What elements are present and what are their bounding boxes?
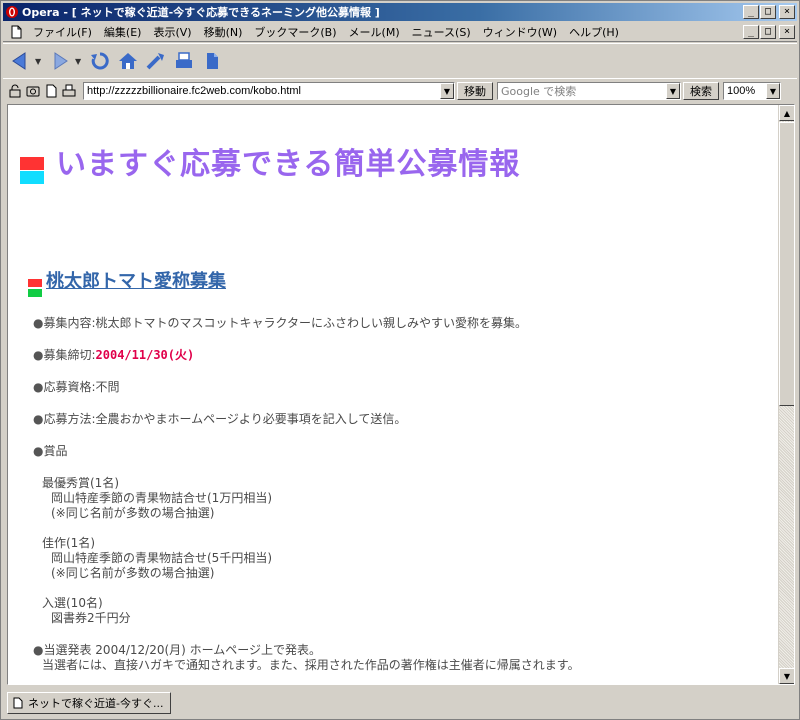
address-input[interactable]: http://zzzzzbillionaire.fc2web.com/kobo.… [83,82,455,100]
announce-note: 当選者には、直接ハガキで通知されます。また、採用された作品の著作権は主催者に帰属… [42,658,580,672]
zoom-dropdown-icon[interactable]: ▼ [766,83,780,99]
mdi-restore-button[interactable]: □ [760,24,776,39]
content-viewport: いますぐ応募できる簡単公募情報 桃太郎トマト愛称募集 ●募集内容:桃太郎トマトの… [7,104,795,685]
search-button[interactable]: 検索 [683,82,719,100]
contest-title-link[interactable]: 桃太郎トマト愛称募集 [46,267,226,293]
menu-file[interactable]: ファイル(F) [27,24,98,40]
prize-heading: ●賞品 [33,442,68,459]
subtitle-decoration-red [28,279,42,287]
eligibility-label: 応募資格: [43,380,96,394]
bullet: ● [33,380,44,394]
prize-item: 図書券2千円分 [51,611,131,625]
window-title: Opera - [ ネットで稼ぐ近道-今すぐ応募できるネーミング他公募情報 ] [22,6,380,19]
eligibility-value: 不問 [95,380,120,394]
prize-note: (※同じ名前が多数の場合抽選) [51,566,215,580]
scroll-down-icon[interactable]: ▼ [779,668,794,684]
print-icon[interactable] [171,48,197,74]
lock-icon[interactable] [7,83,23,99]
close-button[interactable]: × [779,5,795,19]
zoom-select[interactable]: 100% ▼ [723,82,781,100]
menu-help[interactable]: ヘルプ(H) [563,24,625,40]
subtitle-decoration-green [28,289,42,297]
document-icon [11,25,22,38]
tab-document-icon [13,697,23,709]
title-bar[interactable]: Opera - [ ネットで稼ぐ近道-今すぐ応募できるネーミング他公募情報 ] … [3,3,797,21]
home-icon[interactable] [115,48,141,74]
menu-bar: ファイル(F) 編集(E) 表示(V) 移動(N) ブックマーク(B) メール(… [3,22,797,42]
back-history-dropdown-icon[interactable]: ▼ [35,57,45,66]
forward-history-dropdown-icon[interactable]: ▼ [75,57,85,66]
printer-small-icon[interactable] [61,83,77,99]
content-line: ●募集内容:桃太郎トマトのマスコットキャラクターにふさわしい親しみやすい愛称を募… [33,314,527,331]
content-value: 桃太郎トマトのマスコットキャラクターにふさわしい親しみやすい愛称を募集。 [95,316,528,330]
page-tab[interactable]: ネットで稼ぐ近道-今すぐ... [7,692,171,714]
announce-text: 当選発表 2004/12/20(月) ホームページ上で発表。 [43,643,322,657]
maximize-button[interactable]: □ [760,5,776,19]
mdi-minimize-button[interactable]: _ [743,24,759,39]
bullet: ● [33,444,44,458]
deadline-value: 2004/11/30(火) [95,348,195,362]
menu-bookmarks[interactable]: ブックマーク(B) [248,24,342,40]
go-button[interactable]: 移動 [457,82,493,100]
method-value: 全農おかやまホームページより必要事項を記入して送信。 [95,412,407,426]
browser-window: Opera - [ ネットで稼ぐ近道-今すぐ応募できるネーミング他公募情報 ] … [0,0,800,720]
search-placeholder-text: Google で検索 [501,85,577,98]
address-url-text: http://zzzzzbillionaire.fc2web.com/kobo.… [87,85,301,97]
bullet: ● [33,348,44,362]
page-title: いますぐ応募できる簡単公募情報 [56,147,521,182]
scrollbar-thumb[interactable] [779,122,794,406]
page-tab-label: ネットで稼ぐ近道-今すぐ... [28,697,164,710]
page-info-icon[interactable] [43,83,59,99]
deadline-label: 募集締切: [43,348,96,362]
vertical-scrollbar[interactable]: ▲ ▼ [778,105,794,684]
back-icon[interactable] [7,48,33,74]
menu-news[interactable]: ニュース(S) [406,24,477,40]
prize-note: (※同じ名前が多数の場合抽選) [51,506,215,520]
navigation-toolbar: ▼ ▼ [3,43,797,79]
menu-view[interactable]: 表示(V) [147,24,197,40]
search-engine-dropdown-icon[interactable]: ▼ [666,83,680,99]
title-decoration-cyan [20,171,44,184]
bullet: ● [33,643,44,657]
wand-icon[interactable] [143,48,169,74]
menu-navigate[interactable]: 移動(N) [198,24,249,40]
minimize-button[interactable]: _ [743,5,759,19]
bullet: ● [33,412,44,426]
eligibility-line: ●応募資格:不問 [33,378,120,395]
content-label: 募集内容: [43,316,96,330]
search-input[interactable]: Google で検索 ▼ [497,82,681,100]
address-toolbar: http://zzzzzbillionaire.fc2web.com/kobo.… [3,80,797,102]
scroll-up-icon[interactable]: ▲ [779,105,794,121]
menu-window[interactable]: ウィンドウ(W) [477,24,563,40]
opera-logo-icon [6,6,18,18]
bullet: ● [33,316,44,330]
mdi-close-button[interactable]: × [779,24,795,39]
method-line: ●応募方法:全農おかやまホームページより必要事項を記入して送信。 [33,410,406,427]
prize-label: 賞品 [43,444,68,458]
menu-mail[interactable]: メール(M) [343,24,406,40]
method-label: 応募方法: [43,412,96,426]
reload-icon[interactable] [87,48,113,74]
deadline-line: ●募集締切:2004/11/30(火) [33,346,194,363]
menu-edit[interactable]: 編集(E) [98,24,148,40]
mdi-controls: _ □ × [743,24,797,39]
address-dropdown-icon[interactable]: ▼ [440,83,454,99]
camera-icon[interactable] [25,83,41,99]
web-page: いますぐ応募できる簡単公募情報 桃太郎トマト愛称募集 ●募集内容:桃太郎トマトの… [8,105,778,684]
page-icon[interactable] [199,48,225,74]
forward-icon[interactable] [47,48,73,74]
title-decoration-red [20,157,44,170]
zoom-value: 100% [727,85,756,97]
page-bar: ネットで稼ぐ近道-今すぐ... [3,689,797,717]
